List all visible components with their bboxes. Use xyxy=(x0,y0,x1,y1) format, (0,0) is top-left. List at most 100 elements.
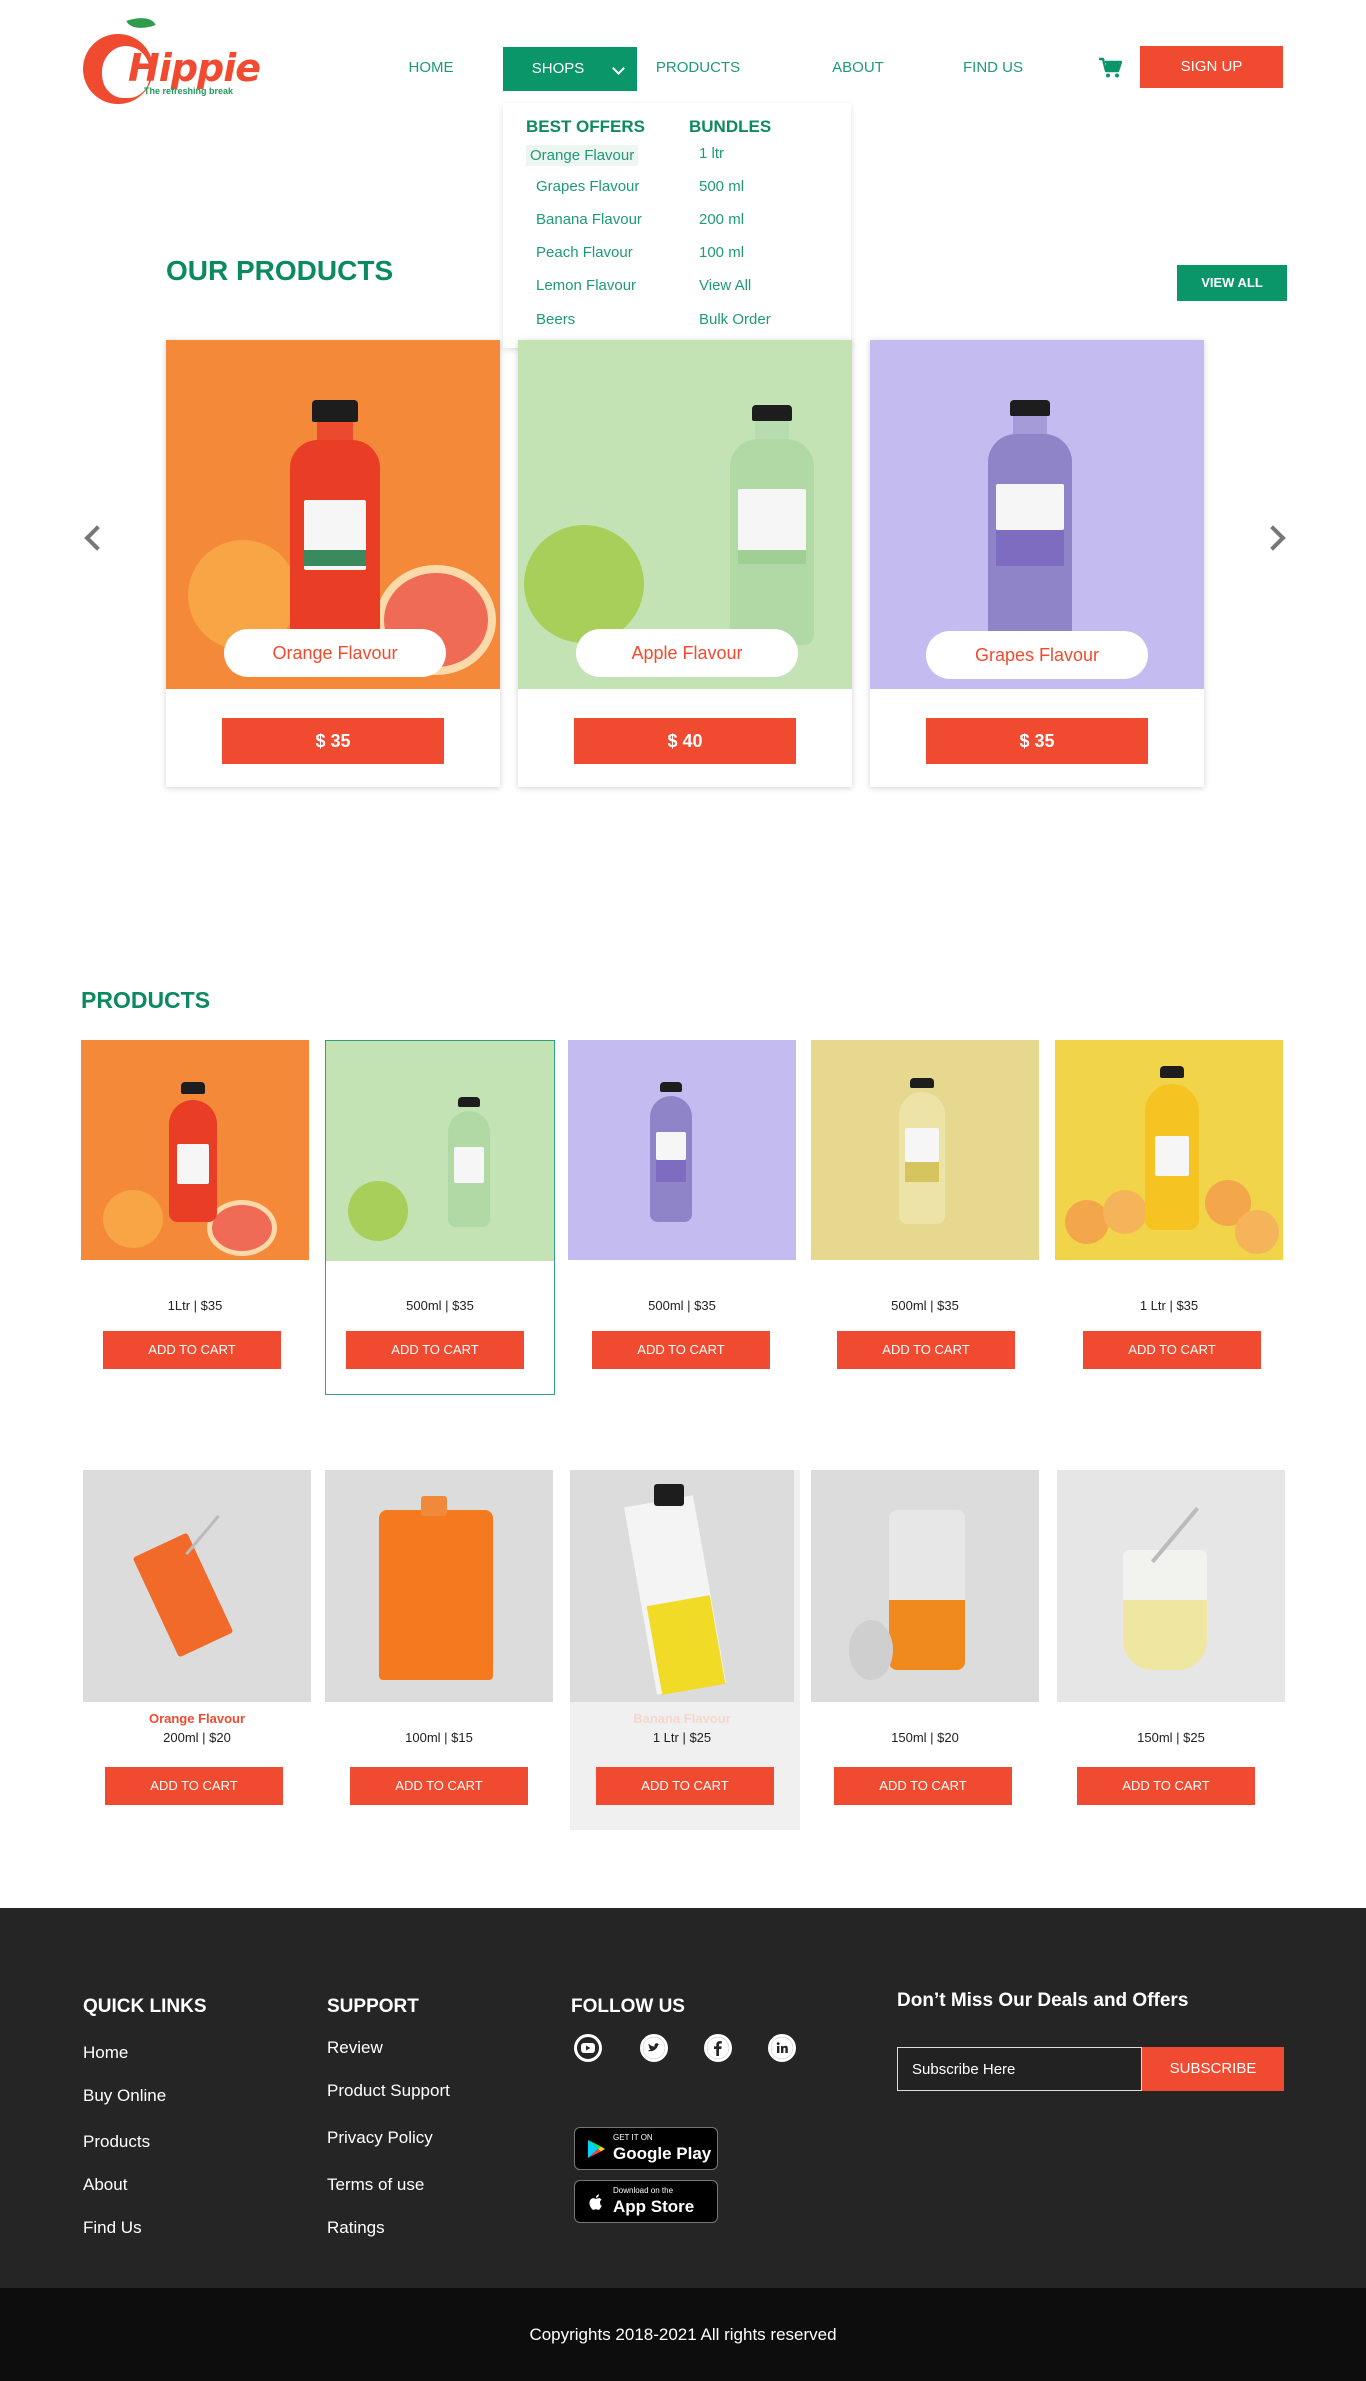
nav-about[interactable]: ABOUT xyxy=(812,46,904,90)
dropdown-item-500-ml[interactable]: 500 ml xyxy=(699,178,744,195)
google-play-small-text: GET IT ON xyxy=(613,2133,653,2142)
follow-us-heading: FOLLOW US xyxy=(571,1996,685,2017)
add-to-cart-button[interactable]: ADD TO CART xyxy=(346,1331,524,1369)
app-store-big-text: App Store xyxy=(613,2197,695,2216)
add-to-cart-button[interactable]: ADD TO CART xyxy=(837,1331,1015,1369)
nav-shops-label: SHOPS xyxy=(531,60,585,77)
dropdown-item-beers[interactable]: Beers xyxy=(536,311,575,328)
dropdown-item-grapes-flavour[interactable]: Grapes Flavour xyxy=(536,178,639,195)
nav-products[interactable]: PRODUCTS xyxy=(650,46,746,90)
carousel-prev-arrow-icon[interactable] xyxy=(84,525,110,551)
apple-icon xyxy=(589,2194,602,2210)
grid-image-juice-box xyxy=(83,1470,311,1702)
grid-card-info: 200ml | $20 xyxy=(163,1730,231,1745)
bottle-icon xyxy=(650,1082,692,1222)
copyright-text: Copyrights 2018-2021 All rights reserved xyxy=(529,2325,837,2344)
signup-button[interactable]: SIGN UP xyxy=(1140,46,1283,88)
product-card-price-button[interactable]: $ 40 xyxy=(574,718,796,764)
logo[interactable]: Hippie The refreshing break xyxy=(80,11,261,108)
dropdown-best-offers-heading: BEST OFFERS xyxy=(526,117,646,136)
product-card-apple[interactable]: Apple Flavour $ 40 xyxy=(518,340,852,787)
product-card-price-button[interactable]: $ 35 xyxy=(926,718,1148,764)
dropdown-item-1-ltr[interactable]: 1 ltr xyxy=(699,145,724,162)
copyright-bar: Copyrights 2018-2021 All rights reserved xyxy=(0,2288,1366,2381)
bottle-icon xyxy=(448,1097,490,1227)
dropdown-item-view-all[interactable]: View All xyxy=(699,277,751,294)
product-card-grapes[interactable]: Grapes Flavour $ 35 xyxy=(870,340,1204,787)
dropdown-item-200-ml[interactable]: 200 ml xyxy=(699,211,744,228)
grid-card-info: 1 Ltr | $35 xyxy=(1139,1298,1199,1313)
nav-find-us[interactable]: FIND US xyxy=(948,46,1038,90)
bottle-icon xyxy=(1145,1066,1199,1230)
grid-image-peach xyxy=(1055,1040,1283,1260)
footer-link-products[interactable]: Products xyxy=(83,2132,150,2152)
twitter-icon[interactable] xyxy=(640,2034,668,2062)
footer-link-ratings[interactable]: Ratings xyxy=(327,2218,385,2238)
footer xyxy=(0,1908,1366,2288)
dropdown-item-orange-flavour[interactable]: Orange Flavour xyxy=(526,145,639,166)
product-card-label: Apple Flavour xyxy=(576,629,798,677)
grid-card-2[interactable]: 500ml | $35 ADD TO CART xyxy=(325,1040,555,1395)
logo-tagline: The refreshing break xyxy=(144,86,234,96)
product-card-label: Orange Flavour xyxy=(224,629,446,677)
footer-link-buy-online[interactable]: Buy Online xyxy=(83,2086,166,2106)
bottle-icon xyxy=(290,400,380,640)
footer-link-review[interactable]: Review xyxy=(327,2038,383,2058)
subscribe-input[interactable] xyxy=(897,2047,1142,2091)
youtube-icon[interactable] xyxy=(574,2034,602,2062)
product-card-orange[interactable]: Orange Flavour $ 35 xyxy=(166,340,500,787)
grid-card-info: 500ml | $35 xyxy=(406,1298,474,1313)
add-to-cart-button[interactable]: ADD TO CART xyxy=(103,1331,281,1369)
products-title: PRODUCTS xyxy=(81,987,211,1013)
add-to-cart-button[interactable]: ADD TO CART xyxy=(105,1767,283,1805)
nav-home[interactable]: HOME xyxy=(390,46,472,90)
linkedin-icon[interactable] xyxy=(768,2034,796,2062)
shops-dropdown: BEST OFFERS BUNDLES Orange Flavour Grape… xyxy=(503,103,851,348)
footer-link-home[interactable]: Home xyxy=(83,2043,128,2063)
grid-image-grapes xyxy=(568,1040,796,1260)
add-to-cart-button[interactable]: ADD TO CART xyxy=(1083,1331,1261,1369)
grid-card-8[interactable]: Banana Flavour 1 Ltr | $25 ADD TO CART xyxy=(570,1470,800,1830)
grid-card-info: 500ml | $35 xyxy=(891,1298,959,1313)
grid-card-name: Orange Flavour xyxy=(148,1711,246,1726)
grid-image-orange xyxy=(81,1040,309,1260)
our-products-title: OUR PRODUCTS xyxy=(166,255,394,286)
nav-shops[interactable]: SHOPS xyxy=(503,47,637,91)
cart-icon[interactable] xyxy=(1098,57,1122,79)
product-card-price-button[interactable]: $ 35 xyxy=(222,718,444,764)
footer-link-privacy-policy[interactable]: Privacy Policy xyxy=(327,2128,433,2148)
footer-link-product-support[interactable]: Product Support xyxy=(327,2081,450,2101)
footer-link-terms-of-use[interactable]: Terms of use xyxy=(327,2175,424,2195)
facebook-icon[interactable] xyxy=(704,2034,732,2062)
app-store-small-text: Download on the xyxy=(613,2186,674,2195)
grid-image-carton xyxy=(570,1470,794,1702)
bottle-icon xyxy=(988,400,1072,640)
subscribe-button[interactable]: SUBSCRIBE xyxy=(1142,2047,1284,2091)
chevron-down-icon xyxy=(612,62,625,75)
footer-link-about[interactable]: About xyxy=(83,2175,127,2195)
dropdown-item-peach-flavour[interactable]: Peach Flavour xyxy=(536,244,633,261)
google-play-icon xyxy=(588,2140,605,2158)
view-all-button[interactable]: VIEW ALL xyxy=(1177,265,1287,301)
quick-links-heading: QUICK LINKS xyxy=(83,1996,207,2017)
add-to-cart-button[interactable]: ADD TO CART xyxy=(1077,1767,1255,1805)
dropdown-item-lemon-flavour[interactable]: Lemon Flavour xyxy=(536,277,636,294)
grid-card-info: 500ml | $35 xyxy=(648,1298,716,1313)
grid-image-can xyxy=(811,1470,1039,1702)
dropdown-item-banana-flavour[interactable]: Banana Flavour xyxy=(536,211,642,228)
dropdown-item-bulk-order[interactable]: Bulk Order xyxy=(699,311,771,328)
grid-image-pouch xyxy=(325,1470,553,1702)
add-to-cart-button[interactable]: ADD TO CART xyxy=(350,1767,528,1805)
add-to-cart-button[interactable]: ADD TO CART xyxy=(592,1331,770,1369)
grid-image-cup xyxy=(1057,1470,1285,1702)
carousel-next-arrow-icon[interactable] xyxy=(1260,525,1286,551)
grid-card-info: 100ml | $15 xyxy=(405,1730,473,1745)
app-store-badge[interactable]: Download on the App Store xyxy=(574,2180,718,2223)
footer-link-find-us[interactable]: Find Us xyxy=(83,2218,142,2238)
google-play-badge[interactable]: GET IT ON Google Play xyxy=(574,2127,718,2170)
bottle-icon xyxy=(169,1082,217,1222)
grid-card-info: 150ml | $20 xyxy=(891,1730,959,1745)
dropdown-item-100-ml[interactable]: 100 ml xyxy=(699,244,744,261)
add-to-cart-button[interactable]: ADD TO CART xyxy=(596,1767,774,1805)
add-to-cart-button[interactable]: ADD TO CART xyxy=(834,1767,1012,1805)
